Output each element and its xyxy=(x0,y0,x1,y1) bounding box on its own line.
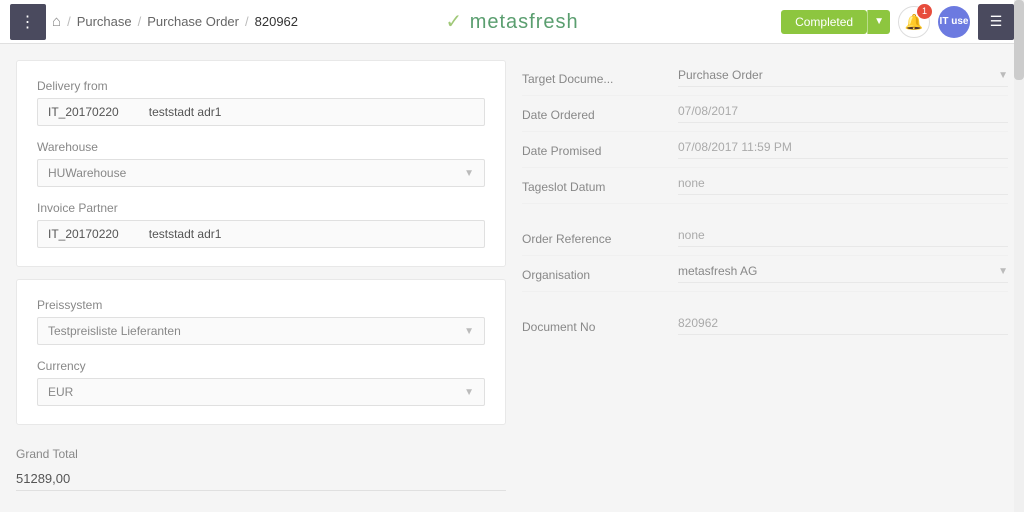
date-ordered-value[interactable]: 07/08/2017 xyxy=(678,104,1008,123)
preissystem-group: Preissystem Testpreisliste Lieferanten ▼ xyxy=(37,298,485,345)
right-form: Target Docume... Purchase Order ▼ Date O… xyxy=(522,60,1008,343)
delivery-from-group: Delivery from IT_20170220 teststadt adr1 xyxy=(37,79,485,126)
order-ref-text: none xyxy=(678,228,705,242)
left-panel: Delivery from IT_20170220 teststadt adr1… xyxy=(16,60,506,496)
order-ref-label: Order Reference xyxy=(522,228,662,246)
form-row-organisation: Organisation metasfresh AG ▼ xyxy=(522,256,1008,292)
delivery-from-col2: teststadt adr1 xyxy=(149,105,222,119)
grand-total-value: 51289,00 xyxy=(16,467,506,491)
date-promised-value[interactable]: 07/08/2017 11:59 PM xyxy=(678,140,1008,159)
menu-dots-button[interactable]: ⋮ xyxy=(10,4,46,40)
breadcrumb-sep-2: / xyxy=(138,14,142,29)
warehouse-group: Warehouse HUWarehouse ▼ xyxy=(37,140,485,187)
invoice-partner-label: Invoice Partner xyxy=(37,201,485,215)
target-doc-label: Target Docume... xyxy=(522,68,662,86)
delivery-from-input[interactable]: IT_20170220 teststadt adr1 xyxy=(37,98,485,126)
invoice-partner-col1: IT_20170220 xyxy=(48,227,119,241)
date-ordered-text: 07/08/2017 xyxy=(678,104,738,118)
delivery-card: Delivery from IT_20170220 teststadt adr1… xyxy=(16,60,506,267)
form-divider-1 xyxy=(522,204,1008,220)
form-row-date-promised: Date Promised 07/08/2017 11:59 PM xyxy=(522,132,1008,168)
invoice-partner-col2: teststadt adr1 xyxy=(149,227,222,241)
grand-total-label: Grand Total xyxy=(16,447,506,461)
doc-no-text: 820962 xyxy=(678,316,718,330)
organisation-value[interactable]: metasfresh AG ▼ xyxy=(678,264,1008,283)
currency-select[interactable]: EUR ▼ xyxy=(37,378,485,406)
preissystem-card: Preissystem Testpreisliste Lieferanten ▼… xyxy=(16,279,506,425)
target-doc-text: Purchase Order xyxy=(678,68,763,82)
topbar-left: ⋮ ⌂ / Purchase / Purchase Order / 820962 xyxy=(10,4,773,40)
breadcrumb-sep-3: / xyxy=(245,14,249,29)
preissystem-label: Preissystem xyxy=(37,298,485,312)
warehouse-select[interactable]: HUWarehouse ▼ xyxy=(37,159,485,187)
notification-badge: 1 xyxy=(917,4,932,19)
notification-button[interactable]: 🔔 1 xyxy=(898,6,930,38)
main-content: Delivery from IT_20170220 teststadt adr1… xyxy=(0,44,1024,512)
organisation-arrow-icon: ▼ xyxy=(998,266,1008,277)
target-doc-value[interactable]: Purchase Order ▼ xyxy=(678,68,1008,87)
status-dropdown-button[interactable]: ▼ xyxy=(867,10,890,34)
hamburger-menu-button[interactable]: ☰ xyxy=(978,4,1014,40)
organisation-label: Organisation xyxy=(522,264,662,282)
delivery-from-col1: IT_20170220 xyxy=(48,105,119,119)
invoice-partner-group: Invoice Partner IT_20170220 teststadt ad… xyxy=(37,201,485,248)
warehouse-arrow-icon: ▼ xyxy=(464,168,474,179)
invoice-partner-input[interactable]: IT_20170220 teststadt adr1 xyxy=(37,220,485,248)
currency-arrow-icon: ▼ xyxy=(464,387,474,398)
doc-no-label: Document No xyxy=(522,316,662,334)
doc-no-value[interactable]: 820962 xyxy=(678,316,1008,335)
target-doc-arrow-icon: ▼ xyxy=(998,70,1008,81)
topbar: ⋮ ⌂ / Purchase / Purchase Order / 820962… xyxy=(0,0,1024,44)
date-ordered-label: Date Ordered xyxy=(522,104,662,122)
dots-icon: ⋮ xyxy=(20,12,37,32)
status-group: Completed ▼ xyxy=(781,10,890,34)
order-ref-value[interactable]: none xyxy=(678,228,1008,247)
form-row-order-ref: Order Reference none xyxy=(522,220,1008,256)
breadcrumb-purchase-order[interactable]: Purchase Order xyxy=(147,14,239,29)
warehouse-label: Warehouse xyxy=(37,140,485,154)
hamburger-icon: ☰ xyxy=(990,13,1003,30)
status-button[interactable]: Completed xyxy=(781,10,867,34)
topbar-right: Completed ▼ 🔔 1 IT use ☰ xyxy=(781,4,1014,40)
currency-group: Currency EUR ▼ xyxy=(37,359,485,406)
scrollbar-thumb[interactable] xyxy=(1014,44,1024,80)
form-row-target-doc: Target Docume... Purchase Order ▼ xyxy=(522,60,1008,96)
form-row-doc-no: Document No 820962 xyxy=(522,308,1008,343)
currency-value: EUR xyxy=(48,385,73,399)
form-row-date-ordered: Date Ordered 07/08/2017 xyxy=(522,96,1008,132)
preissystem-select[interactable]: Testpreisliste Lieferanten ▼ xyxy=(37,317,485,345)
scrollbar[interactable] xyxy=(1014,44,1024,512)
app-logo: ✓ metasfresh xyxy=(445,9,578,34)
grand-total-section: Grand Total 51289,00 xyxy=(16,437,506,495)
right-panel: Target Docume... Purchase Order ▼ Date O… xyxy=(522,60,1008,496)
home-icon[interactable]: ⌂ xyxy=(52,13,61,30)
breadcrumb-sep-1: / xyxy=(67,14,71,29)
form-row-tageslot: Tageslot Datum none xyxy=(522,168,1008,204)
breadcrumb-purchase[interactable]: Purchase xyxy=(77,14,132,29)
warehouse-value: HUWarehouse xyxy=(48,166,126,180)
user-avatar-button[interactable]: IT use xyxy=(938,6,970,38)
date-promised-text: 07/08/2017 11:59 PM xyxy=(678,140,792,154)
delivery-from-label: Delivery from xyxy=(37,79,485,93)
tageslot-label: Tageslot Datum xyxy=(522,176,662,194)
preissystem-value: Testpreisliste Lieferanten xyxy=(48,324,181,338)
tageslot-text: none xyxy=(678,176,705,190)
organisation-text: metasfresh AG xyxy=(678,264,757,278)
currency-label: Currency xyxy=(37,359,485,373)
preissystem-arrow-icon: ▼ xyxy=(464,326,474,337)
form-divider-2 xyxy=(522,292,1008,308)
date-promised-label: Date Promised xyxy=(522,140,662,158)
breadcrumb-doc-number: 820962 xyxy=(255,14,298,29)
tageslot-value[interactable]: none xyxy=(678,176,1008,195)
